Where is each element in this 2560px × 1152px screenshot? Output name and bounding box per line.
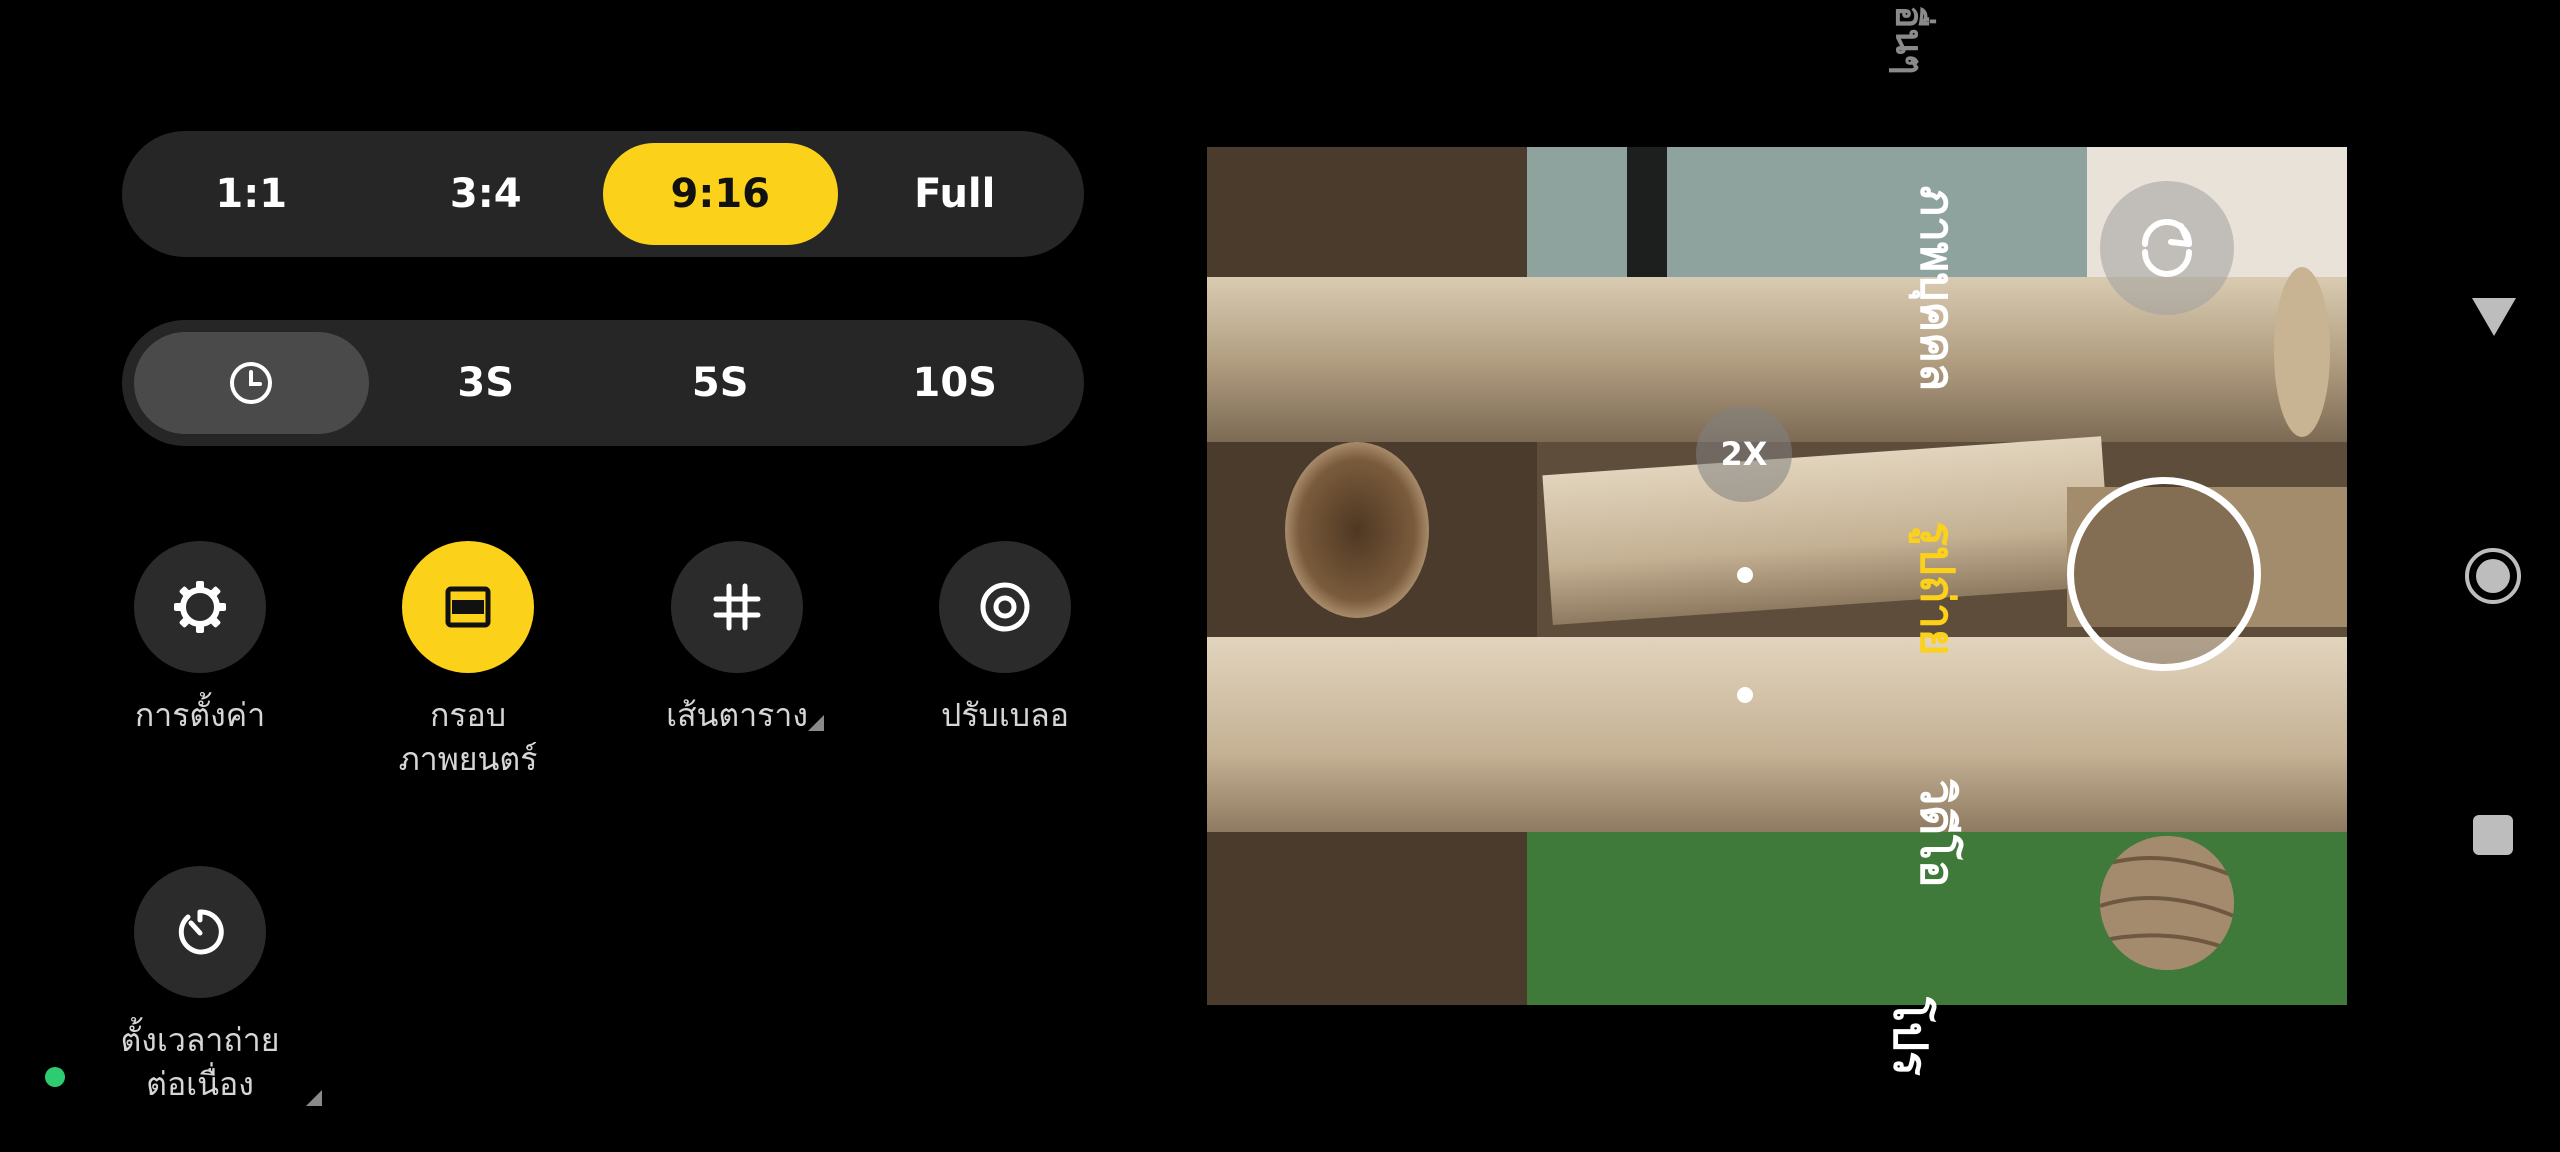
- submenu-indicator-icon: [306, 1090, 322, 1106]
- timer-5s-button[interactable]: 5S: [603, 332, 838, 434]
- gallery-thumbnail-image: [2100, 836, 2234, 970]
- cinema-frame-icon: [445, 586, 491, 628]
- settings-label: การตั้งค่า: [134, 696, 266, 734]
- interval-timer-button[interactable]: [134, 866, 266, 998]
- recents-square-icon[interactable]: [2473, 815, 2513, 855]
- back-triangle-icon[interactable]: [2469, 295, 2519, 339]
- grid-button[interactable]: [671, 541, 803, 673]
- switch-camera-icon: [2142, 219, 2192, 277]
- settings-button[interactable]: [134, 541, 266, 673]
- interval-timer-icon: [178, 909, 224, 955]
- zoom-label: 2X: [1720, 435, 1768, 473]
- mode-portrait[interactable]: ภาพบุคคล: [1901, 169, 1974, 409]
- zoom-button[interactable]: 2X: [1696, 406, 1792, 502]
- aspect-3-4-button[interactable]: 3:4: [369, 143, 604, 245]
- blur-button[interactable]: [939, 541, 1071, 673]
- timer-off-icon: [230, 362, 273, 404]
- timer-off-button[interactable]: [134, 332, 369, 434]
- submenu-indicator-icon: [807, 715, 824, 731]
- zoom-dot[interactable]: [1737, 687, 1753, 703]
- mode-photo[interactable]: รูปถ่าย: [1901, 514, 1974, 664]
- gallery-thumbnail[interactable]: [2100, 836, 2234, 970]
- grid-icon: [713, 583, 761, 631]
- home-circle-icon[interactable]: [2464, 547, 2522, 605]
- interval-timer-option[interactable]: ตั้งเวลาถ่าย ต่อเนื่อง: [70, 866, 330, 1106]
- mode-pro[interactable]: โปร: [1874, 982, 1947, 1092]
- mode-more[interactable]: อื่นๆ: [1880, 6, 1941, 75]
- cinema-frame-label: กรอบ ภาพยนตร์: [398, 696, 538, 778]
- status-dot: [45, 1067, 65, 1087]
- blur-option[interactable]: ปรับเบลอ: [875, 541, 1135, 737]
- settings-option[interactable]: การตั้งค่า: [70, 541, 330, 737]
- grid-label: เส้นตาราง: [666, 693, 824, 737]
- cinema-frame-button[interactable]: [402, 541, 534, 673]
- switch-camera-button[interactable]: [2100, 181, 2234, 315]
- aspect-1-1-button[interactable]: 1:1: [134, 143, 369, 245]
- blur-label: ปรับเบลอ: [941, 696, 1069, 734]
- timer-bar: 3S 5S 10S: [122, 320, 1084, 446]
- timer-3s-button[interactable]: 3S: [369, 332, 604, 434]
- shutter-button[interactable]: [2067, 477, 2261, 671]
- cinema-frame-option[interactable]: กรอบ ภาพยนตร์: [338, 541, 598, 781]
- aspect-full-button[interactable]: Full: [838, 143, 1073, 245]
- interval-timer-label: ตั้งเวลาถ่าย ต่อเนื่อง: [120, 1021, 280, 1103]
- mode-video[interactable]: วิดีโอ: [1901, 759, 1974, 909]
- zoom-dot[interactable]: [1737, 567, 1753, 583]
- camera-viewfinder[interactable]: 2X ภาพบุคคล รูปถ่าย วิดีโอ: [1207, 147, 2347, 1005]
- aspect-ratio-bar: 1:1 3:4 9:16 Full: [122, 131, 1084, 257]
- blur-icon: [980, 582, 1030, 632]
- aspect-9-16-button[interactable]: 9:16: [603, 143, 838, 245]
- grid-option[interactable]: เส้นตาราง: [607, 541, 867, 737]
- gear-icon: [174, 581, 226, 633]
- timer-10s-button[interactable]: 10S: [838, 332, 1073, 434]
